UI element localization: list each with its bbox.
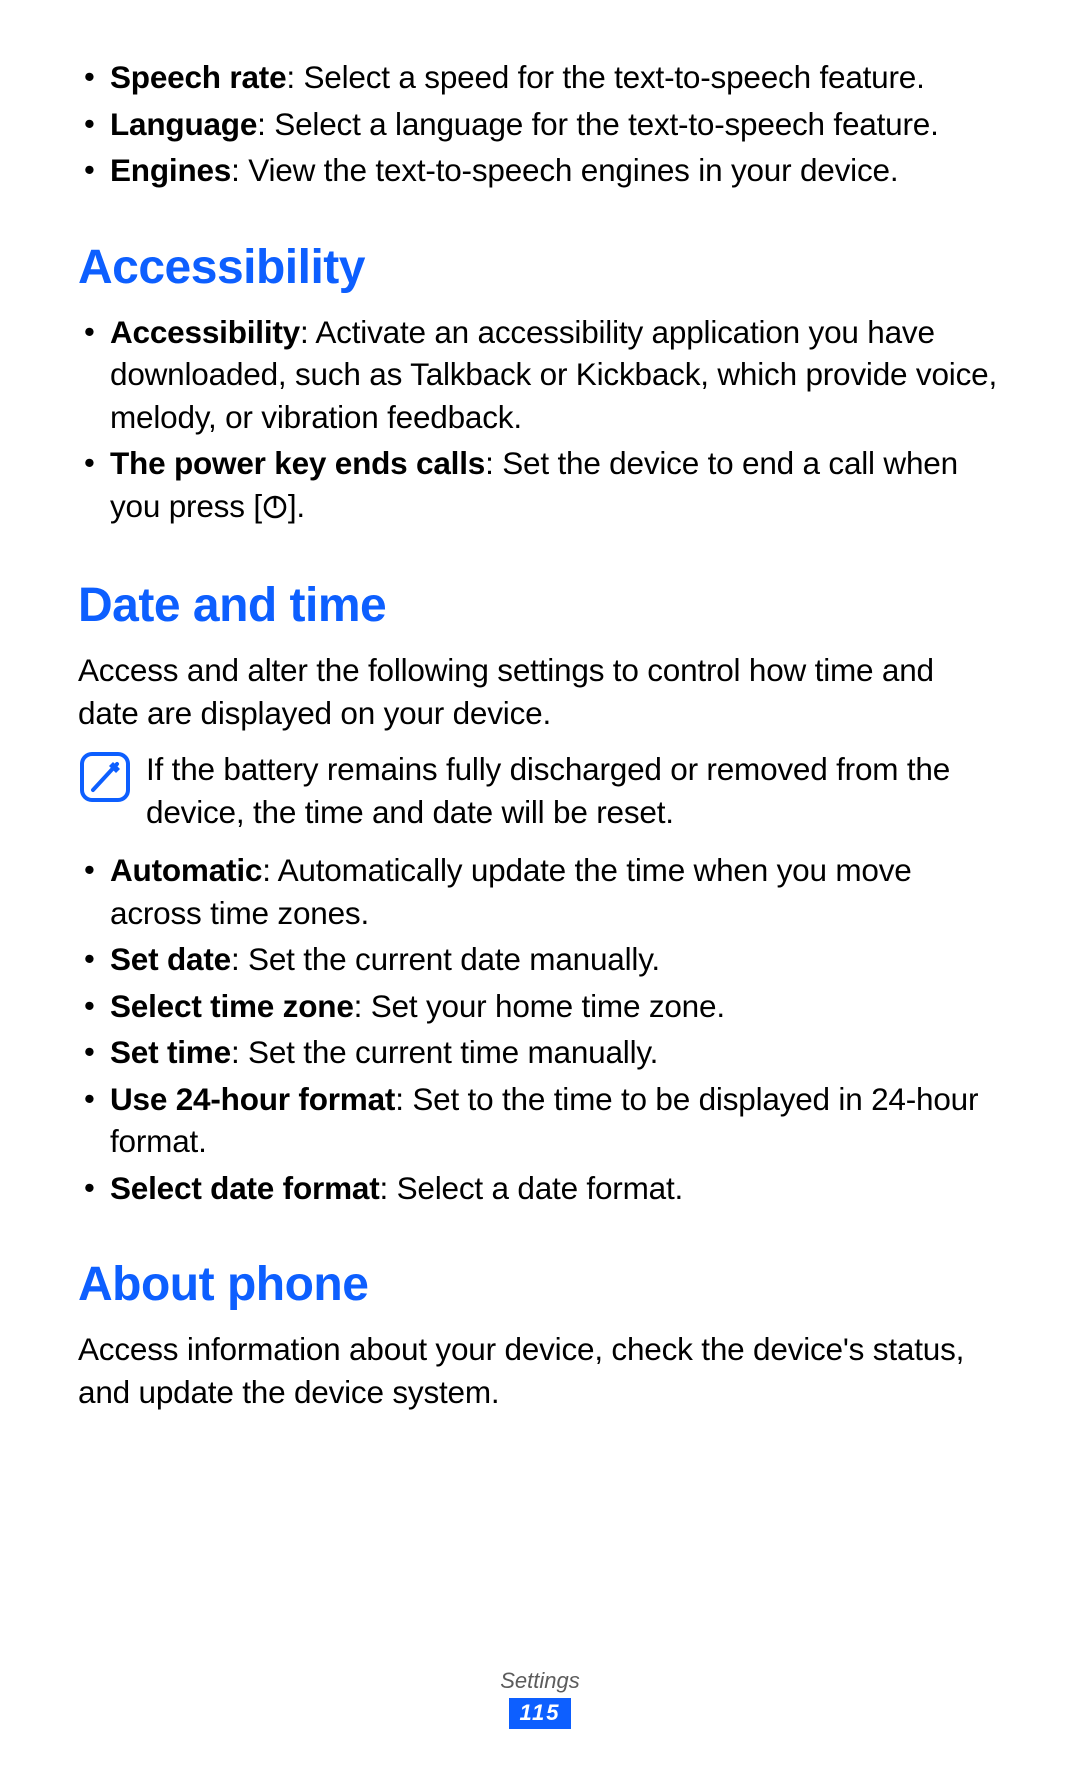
note-icon	[78, 750, 132, 804]
page-number-badge: 115	[509, 1698, 570, 1729]
list-item: Set time: Set the current time manually.	[78, 1031, 1002, 1074]
item-desc-after: ].	[288, 488, 305, 524]
list-item: Language: Select a language for the text…	[78, 103, 1002, 146]
list-item: Engines: View the text-to-speech engines…	[78, 149, 1002, 192]
item-desc: : View the text-to-speech engines in you…	[231, 152, 898, 188]
date-time-heading: Date and time	[78, 578, 1002, 633]
list-item: The power key ends calls: Set the device…	[78, 442, 1002, 530]
list-item: Select time zone: Set your home time zon…	[78, 985, 1002, 1028]
accessibility-heading: Accessibility	[78, 240, 1002, 295]
item-desc: : Select a language for the text-to-spee…	[257, 106, 938, 142]
item-label: Accessibility	[110, 314, 300, 350]
list-item: Speech rate: Select a speed for the text…	[78, 56, 1002, 99]
page-footer: Settings 115	[0, 1668, 1080, 1729]
about-phone-intro: Access information about your device, ch…	[78, 1328, 1002, 1413]
item-label: Select time zone	[110, 988, 354, 1024]
item-label: Select date format	[110, 1170, 380, 1206]
list-item: Accessibility: Activate an accessibility…	[78, 311, 1002, 439]
document-page: Speech rate: Select a speed for the text…	[0, 0, 1080, 1413]
item-label: Use 24-hour format	[110, 1081, 395, 1117]
item-label: Speech rate	[110, 59, 286, 95]
note-block: If the battery remains fully discharged …	[78, 748, 1002, 833]
item-label: Automatic	[110, 852, 262, 888]
list-item: Use 24-hour format: Set to the time to b…	[78, 1078, 1002, 1163]
list-item: Automatic: Automatically update the time…	[78, 849, 1002, 934]
list-item: Select date format: Select a date format…	[78, 1167, 1002, 1210]
list-item: Set date: Set the current date manually.	[78, 938, 1002, 981]
item-label: Engines	[110, 152, 231, 188]
about-phone-heading: About phone	[78, 1257, 1002, 1312]
power-icon	[262, 488, 288, 531]
item-label: Set date	[110, 941, 231, 977]
item-label: Language	[110, 106, 257, 142]
item-desc: : Set the current date manually.	[231, 941, 660, 977]
item-label: Set time	[110, 1034, 231, 1070]
note-text: If the battery remains fully discharged …	[146, 748, 1002, 833]
accessibility-list: Accessibility: Activate an accessibility…	[78, 311, 1002, 531]
item-desc: : Select a speed for the text-to-speech …	[286, 59, 924, 95]
item-desc: : Set the current time manually.	[231, 1034, 658, 1070]
date-time-list: Automatic: Automatically update the time…	[78, 849, 1002, 1209]
item-desc: : Set your home time zone.	[354, 988, 725, 1024]
date-time-intro: Access and alter the following settings …	[78, 649, 1002, 734]
footer-section-label: Settings	[0, 1668, 1080, 1694]
tts-settings-list: Speech rate: Select a speed for the text…	[78, 56, 1002, 192]
item-label: The power key ends calls	[110, 445, 485, 481]
item-desc: : Select a date format.	[380, 1170, 684, 1206]
